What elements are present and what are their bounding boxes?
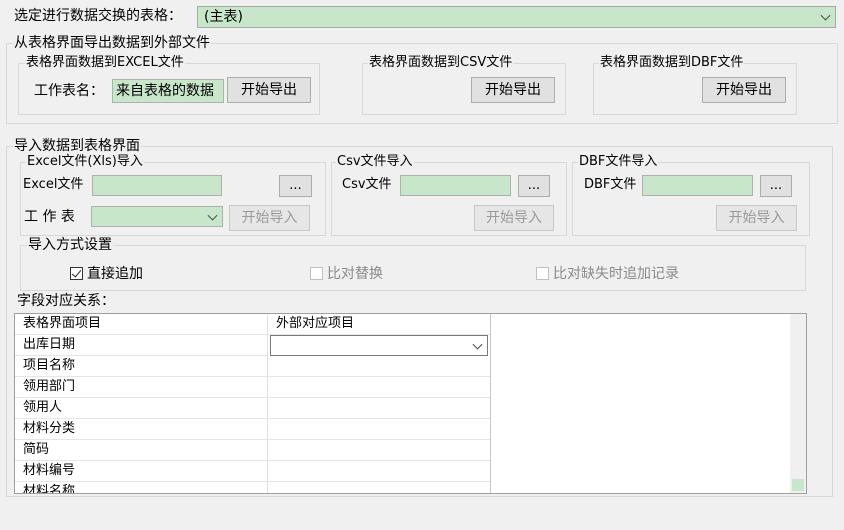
field-mapping-grid[interactable]: 表格界面项目 外部对应项目 出库日期 项目名称 领用部门 领用人 材料分类 简码… bbox=[14, 313, 807, 494]
scrollbar-corner bbox=[792, 479, 804, 491]
dbf-file-label: DBF文件 bbox=[584, 177, 637, 192]
excel-browse-button[interactable]: ... bbox=[279, 175, 312, 197]
table-row: 项目名称 bbox=[15, 356, 267, 377]
excel-file-input[interactable] bbox=[92, 175, 222, 196]
import-excel-button[interactable]: 开始导入 bbox=[229, 205, 310, 231]
export-excel-button[interactable]: 开始导出 bbox=[227, 77, 311, 103]
export-csv-title: 表格界面数据到CSV文件 bbox=[368, 55, 514, 71]
compare-replace-label: 比对替换 bbox=[327, 266, 383, 282]
table-row: 材料编号 bbox=[15, 461, 267, 482]
compare-append-missing-checkbox[interactable]: 比对缺失时追加记录 bbox=[536, 266, 716, 284]
csv-browse-button[interactable]: ... bbox=[518, 175, 550, 197]
csv-file-input[interactable] bbox=[400, 175, 511, 196]
field-mapping-label: 字段对应关系： bbox=[17, 293, 115, 309]
grid-header-left: 表格界面项目 bbox=[15, 314, 267, 335]
import-dbf-button[interactable]: 开始导入 bbox=[716, 205, 797, 231]
export-excel-title: 表格界面数据到EXCEL文件 bbox=[25, 55, 185, 71]
import-dbf-title: DBF文件导入 bbox=[578, 154, 659, 170]
table-row: 领用人 bbox=[15, 398, 267, 419]
checkbox-icon bbox=[310, 267, 323, 280]
table-select-value: (主表) bbox=[204, 9, 243, 25]
compare-append-missing-label: 比对缺失时追加记录 bbox=[553, 266, 679, 282]
table-row: 材料分类 bbox=[15, 419, 267, 440]
table-select[interactable]: (主表) bbox=[197, 6, 836, 28]
import-csv-button[interactable]: 开始导入 bbox=[474, 205, 554, 231]
grid-scrollbar[interactable] bbox=[790, 314, 806, 493]
export-csv-button[interactable]: 开始导出 bbox=[471, 77, 555, 103]
grid-header-right: 外部对应项目 bbox=[268, 314, 490, 335]
import-mode-title: 导入方式设置 bbox=[27, 237, 113, 253]
table-row: 材料名称 bbox=[15, 482, 267, 493]
export-dbf-title: 表格界面数据到DBF文件 bbox=[599, 55, 745, 71]
table-row: 简码 bbox=[15, 440, 267, 461]
table-row: 出库日期 bbox=[15, 335, 267, 356]
export-dbf-button[interactable]: 开始导出 bbox=[702, 77, 786, 103]
compare-replace-checkbox[interactable]: 比对替换 bbox=[310, 266, 430, 284]
csv-file-label: Csv文件 bbox=[342, 177, 392, 192]
worksheet-label: 工 作 表 bbox=[24, 209, 75, 225]
chevron-down-icon bbox=[207, 210, 218, 221]
dbf-browse-button[interactable]: ... bbox=[760, 175, 792, 197]
import-excel-title: Excel文件(Xls)导入 bbox=[26, 154, 144, 170]
sheet-name-input[interactable]: 来自表格的数据 bbox=[112, 79, 224, 103]
chevron-down-icon bbox=[472, 339, 483, 350]
export-group-title: 从表格界面导出数据到外部文件 bbox=[13, 35, 211, 51]
worksheet-select[interactable] bbox=[91, 206, 223, 227]
chevron-down-icon bbox=[820, 10, 831, 21]
table-select-label: 选定进行数据交换的表格： bbox=[14, 8, 182, 24]
import-group-title: 导入数据到表格界面 bbox=[13, 138, 141, 154]
table-row: 领用部门 bbox=[15, 377, 267, 398]
checkbox-icon bbox=[536, 267, 549, 280]
sheet-name-label: 工作表名： bbox=[34, 83, 104, 99]
dbf-file-input[interactable] bbox=[642, 175, 753, 196]
direct-append-label: 直接追加 bbox=[87, 266, 143, 282]
direct-append-checkbox[interactable]: 直接追加 bbox=[70, 266, 190, 284]
excel-file-label: Excel文件 bbox=[23, 177, 84, 192]
external-field-select[interactable] bbox=[270, 335, 488, 356]
import-csv-title: Csv文件导入 bbox=[336, 154, 414, 170]
checkbox-checked-icon bbox=[70, 267, 83, 280]
